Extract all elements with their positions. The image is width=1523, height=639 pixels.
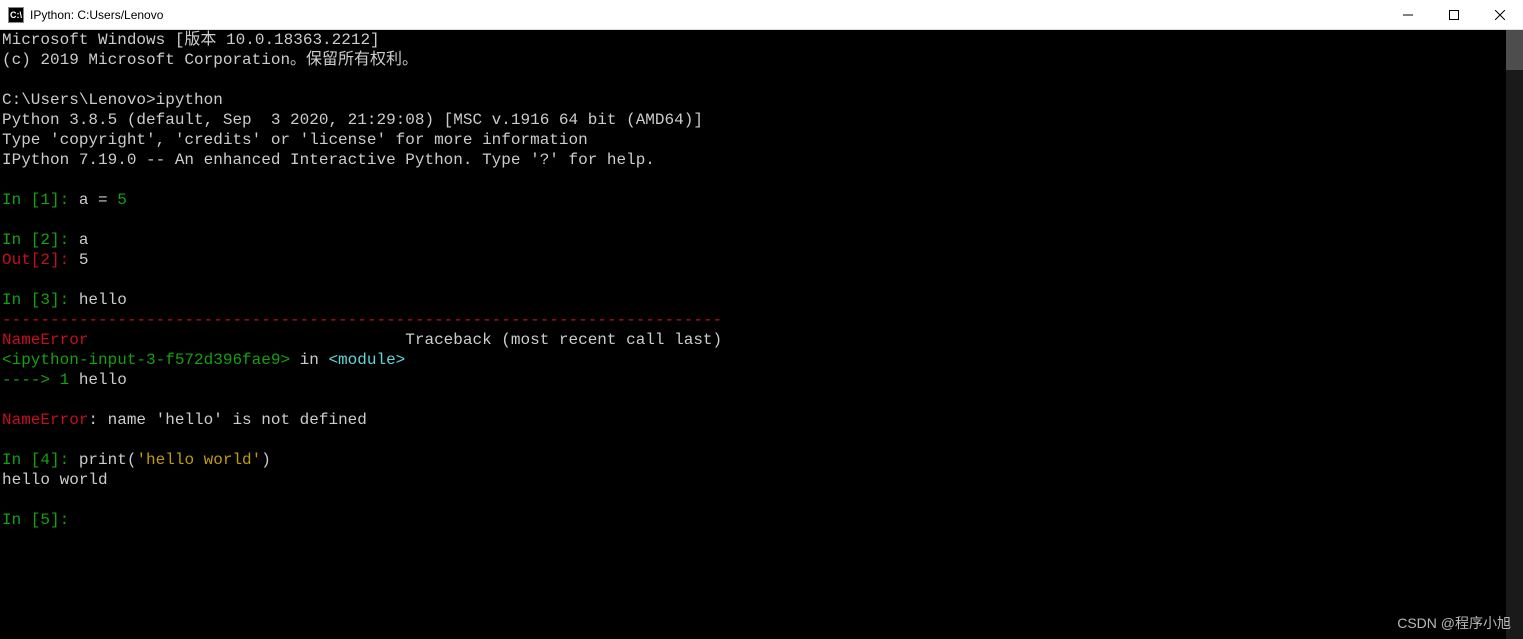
- module-ref: <module>: [328, 351, 405, 369]
- in4-output: hello world: [2, 471, 108, 489]
- python-banner-3: IPython 7.19.0 -- An enhanced Interactiv…: [2, 151, 655, 169]
- traceback-label: Traceback (most recent call last): [88, 331, 722, 349]
- python-banner-2: Type 'copyright', 'credits' or 'license'…: [2, 131, 588, 149]
- traceback-rule: ----------------------------------------…: [2, 311, 722, 329]
- in3-code: hello: [79, 291, 127, 309]
- in4-paren-close: ): [261, 451, 271, 469]
- copyright-line: (c) 2019 Microsoft Corporation。保留所有权利。: [2, 51, 418, 69]
- client-area: Microsoft Windows [版本 10.0.18363.2212] (…: [0, 30, 1523, 639]
- shell-command: ipython: [156, 91, 223, 109]
- out-prompt-2: Out[2]:: [2, 251, 79, 269]
- in4-paren-open: (: [127, 451, 137, 469]
- in-prompt-3: In [3]:: [2, 291, 79, 309]
- in1-code-a: a: [79, 191, 98, 209]
- in-word: in: [290, 351, 328, 369]
- maximize-button[interactable]: [1431, 0, 1477, 30]
- in-prompt-2: In [2]:: [2, 231, 79, 249]
- minimize-button[interactable]: [1385, 0, 1431, 30]
- in1-code-val: 5: [117, 191, 127, 209]
- terminal-output[interactable]: Microsoft Windows [版本 10.0.18363.2212] (…: [0, 30, 1506, 639]
- frame-ref: <ipython-input-3-f572d396fae9>: [2, 351, 290, 369]
- shell-prompt: C:\Users\Lenovo>: [2, 91, 156, 109]
- out2-value: 5: [79, 251, 89, 269]
- minimize-icon: [1403, 10, 1413, 20]
- in4-string: 'hello world': [136, 451, 261, 469]
- in2-code: a: [79, 231, 89, 249]
- app-icon: C:\: [8, 7, 24, 23]
- in4-func: print: [79, 451, 127, 469]
- in-prompt-5: In [5]:: [2, 511, 79, 529]
- error-name: NameError: [2, 331, 88, 349]
- maximize-icon: [1449, 10, 1459, 20]
- in-prompt-1: In [1]:: [2, 191, 79, 209]
- traceback-arrow-code: hello: [69, 371, 127, 389]
- scrollbar-thumb[interactable]: [1506, 30, 1523, 70]
- final-error-msg: : name 'hello' is not defined: [88, 411, 366, 429]
- vertical-scrollbar[interactable]: [1506, 30, 1523, 639]
- final-error-name: NameError: [2, 411, 88, 429]
- in1-code-eq: =: [98, 191, 117, 209]
- traceback-arrow: ----> 1: [2, 371, 69, 389]
- python-banner-1: Python 3.8.5 (default, Sep 3 2020, 21:29…: [2, 111, 703, 129]
- close-button[interactable]: [1477, 0, 1523, 30]
- os-version-line: Microsoft Windows [版本 10.0.18363.2212]: [2, 31, 380, 49]
- window-titlebar: C:\ IPython: C:Users/Lenovo: [0, 0, 1523, 30]
- close-icon: [1495, 10, 1505, 20]
- window-title: IPython: C:Users/Lenovo: [30, 8, 163, 22]
- in-prompt-4: In [4]:: [2, 451, 79, 469]
